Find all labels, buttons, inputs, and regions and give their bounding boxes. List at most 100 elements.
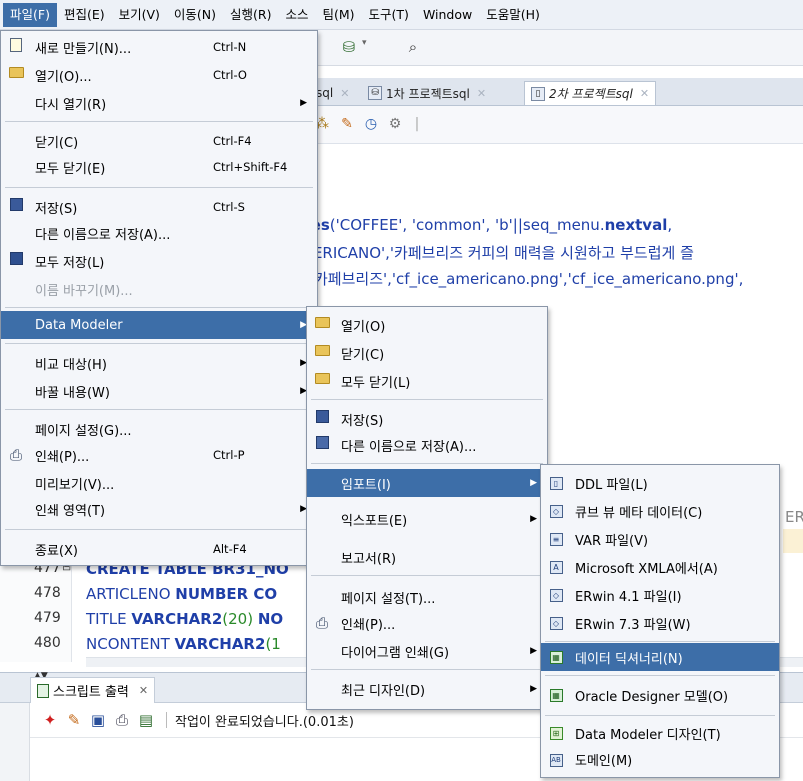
menu-file[interactable]: 파일(F): [3, 2, 57, 27]
folder-icon: [313, 344, 331, 362]
menu-separator: [5, 187, 313, 188]
menu-separator: [5, 409, 313, 410]
close-icon[interactable]: ✕: [139, 684, 148, 697]
chevron-down-icon[interactable]: ▾: [362, 38, 367, 48]
menu-item-dm-close[interactable]: 닫기(C): [307, 339, 547, 367]
menu-item-compare-with[interactable]: 비교 대상(H) ▶: [1, 349, 317, 377]
menu-item-dm-print[interactable]: ⎙ 인쇄(P)...: [307, 609, 547, 637]
menu-item-rename[interactable]: 이름 바꾸기(M)...: [1, 275, 317, 303]
close-icon[interactable]: ✕: [477, 87, 486, 100]
code-clip: ER: [785, 508, 803, 526]
menu-separator: [5, 529, 313, 530]
explain-icon[interactable]: ⚙: [386, 115, 404, 133]
menu-item-import-domains[interactable]: AB 도메인(M): [541, 745, 779, 773]
toolbar-separator: [166, 712, 167, 728]
menu-item-new[interactable]: 새로 만들기(N)... Ctrl-N: [1, 33, 317, 61]
menu-view[interactable]: 보기(V): [112, 3, 167, 27]
menu-item-dm-save[interactable]: 저장(S): [307, 405, 547, 433]
menu-item-page-setup[interactable]: 페이지 설정(G)...: [1, 415, 317, 443]
erwin-icon: ◇: [547, 586, 565, 604]
menu-item-preview[interactable]: 미리보기(V)...: [1, 469, 317, 497]
chevron-right-icon: ▶: [530, 646, 537, 656]
menu-item-close[interactable]: 닫기(C) Ctrl-F4: [1, 127, 317, 155]
menu-item-dm-recent-designs[interactable]: 최근 디자인(D) ▶: [307, 675, 547, 703]
menu-item-import-erwin41[interactable]: ◇ ERwin 4.1 파일(I): [541, 581, 779, 609]
menu-item-dm-save-as[interactable]: 다른 이름으로 저장(A)...: [307, 431, 547, 459]
menu-item-print[interactable]: ⎙ 인쇄(P)... Ctrl-P: [1, 441, 317, 469]
tab-project1-sql[interactable]: ⛁ 1차 프로젝트sql ✕: [362, 81, 492, 105]
code-line: NCONTENT VARCHAR2(1: [86, 635, 281, 653]
chevron-right-icon: ▶: [530, 684, 537, 694]
document-icon: ▯: [531, 86, 545, 101]
menu-item-dm-import[interactable]: 임포트(I) ▶: [307, 469, 547, 497]
modeler-design-icon: ⊞: [547, 724, 565, 742]
menu-item-save[interactable]: 저장(S) Ctrl-S: [1, 193, 317, 221]
history-icon[interactable]: ◷: [362, 115, 380, 133]
menu-item-import-var[interactable]: ≡ VAR 파일(V): [541, 525, 779, 553]
print-icon: ⎙: [315, 614, 328, 632]
chevron-right-icon: ▶: [530, 478, 537, 488]
new-icon: [7, 38, 25, 56]
document-icon[interactable]: ▤: [134, 711, 158, 729]
menu-item-dm-reports[interactable]: 보고서(R): [307, 543, 547, 571]
menu-item-dm-open[interactable]: 열기(O): [307, 311, 547, 339]
menu-help[interactable]: 도움말(H): [479, 3, 547, 27]
menu-item-import-dm-design[interactable]: ⊞ Data Modeler 디자인(T): [541, 719, 779, 747]
eraser-icon[interactable]: ✎: [338, 115, 356, 133]
menu-item-exit[interactable]: 종료(X) Alt-F4: [1, 535, 317, 563]
var-icon: ≡: [547, 530, 565, 548]
menu-separator: [5, 307, 313, 308]
menu-item-import-erwin73[interactable]: ◇ ERwin 7.3 파일(W): [541, 609, 779, 637]
menu-item-reopen[interactable]: 다시 열기(R) ▶: [1, 89, 317, 117]
menu-item-save-as[interactable]: 다른 이름으로 저장(A)...: [1, 219, 317, 247]
tab-project2-sql[interactable]: ▯ 2차 프로젝트sql ✕: [524, 81, 657, 105]
menu-item-close-all[interactable]: 모두 닫기(E) Ctrl+Shift-F4: [1, 153, 317, 181]
menu-separator: [545, 641, 775, 642]
tab-label: 스크립트 출력: [53, 685, 129, 700]
file-menu: 새로 만들기(N)... Ctrl-N 열기(O)... Ctrl-O 다시 열…: [0, 30, 318, 566]
line-gutter: 477 478 479 480 ⊟: [0, 554, 72, 662]
menu-edit[interactable]: 편집(E): [57, 3, 112, 27]
binoculars-icon[interactable]: ⌕: [402, 36, 424, 58]
menu-item-dm-print-diagram[interactable]: 다이어그램 인쇄(G) ▶: [307, 637, 547, 665]
menu-item-dm-export[interactable]: 익스포트(E) ▶: [307, 505, 547, 533]
menu-item-save-all[interactable]: 모두 저장(L): [1, 247, 317, 275]
close-icon[interactable]: ✕: [640, 87, 649, 100]
chevron-right-icon: ▶: [530, 514, 537, 524]
sql-worksheet-icon[interactable]: ⛁: [338, 36, 360, 58]
menu-item-dm-page-setup[interactable]: 페이지 설정(T)...: [307, 583, 547, 611]
print-icon[interactable]: ⎙: [110, 711, 134, 729]
code-line: 카페브리즈','cf_ice_americano.png','cf_ice_am…: [314, 270, 744, 288]
menu-item-import-oracle-designer[interactable]: ▦ Oracle Designer 모델(O): [541, 681, 779, 709]
menu-navigate[interactable]: 이동(N): [167, 3, 223, 27]
menu-item-import-ddl[interactable]: ▯ DDL 파일(L): [541, 469, 779, 497]
menu-tools[interactable]: 도구(T): [362, 3, 416, 27]
line-number: 478: [34, 585, 61, 601]
save-icon: [313, 410, 331, 428]
tab-script-output[interactable]: 스크립트 출력 ✕: [30, 677, 156, 703]
menu-source[interactable]: 소스: [278, 3, 315, 27]
dictionary-icon: ▦: [547, 648, 565, 666]
menu-item-print-area[interactable]: 인쇄 영역(T) ▶: [1, 495, 317, 523]
menu-item-import-xmla[interactable]: A Microsoft XMLA에서(A): [541, 553, 779, 581]
menu-item-import-data-dictionary[interactable]: ▦ 데이터 딕셔너리(N): [541, 643, 779, 671]
close-icon[interactable]: ✕: [340, 87, 349, 100]
pin-icon[interactable]: ✦: [38, 711, 62, 729]
menu-team[interactable]: 팀(M): [316, 3, 362, 27]
menu-item-dm-close-all[interactable]: 모두 닫기(L): [307, 367, 547, 395]
menu-item-open[interactable]: 열기(O)... Ctrl-O: [1, 61, 317, 89]
menu-item-import-cube-views[interactable]: ◇ 큐브 뷰 메타 데이터(C): [541, 497, 779, 525]
code-line: TITLE VARCHAR2(20) NO: [86, 610, 284, 628]
separator-icon: |: [414, 116, 420, 132]
menu-item-replace-with[interactable]: 바꿀 내용(W) ▶: [1, 377, 317, 405]
ddl-icon: ▯: [547, 474, 565, 492]
menu-window[interactable]: Window: [416, 3, 479, 27]
data-modeler-submenu: 열기(O) 닫기(C) 모두 닫기(L) 저장(S) 다른 이름으로 저장(A)…: [306, 306, 548, 710]
eraser-icon[interactable]: ✎: [62, 711, 86, 729]
save-icon[interactable]: ▣: [86, 711, 110, 729]
menu-item-data-modeler[interactable]: Data Modeler ▶: [1, 311, 317, 339]
menu-separator: [5, 343, 313, 344]
code-line: ARTICLENO NUMBER CO: [86, 585, 278, 603]
menu-run[interactable]: 실행(R): [223, 3, 278, 27]
folder-icon: [313, 372, 331, 390]
